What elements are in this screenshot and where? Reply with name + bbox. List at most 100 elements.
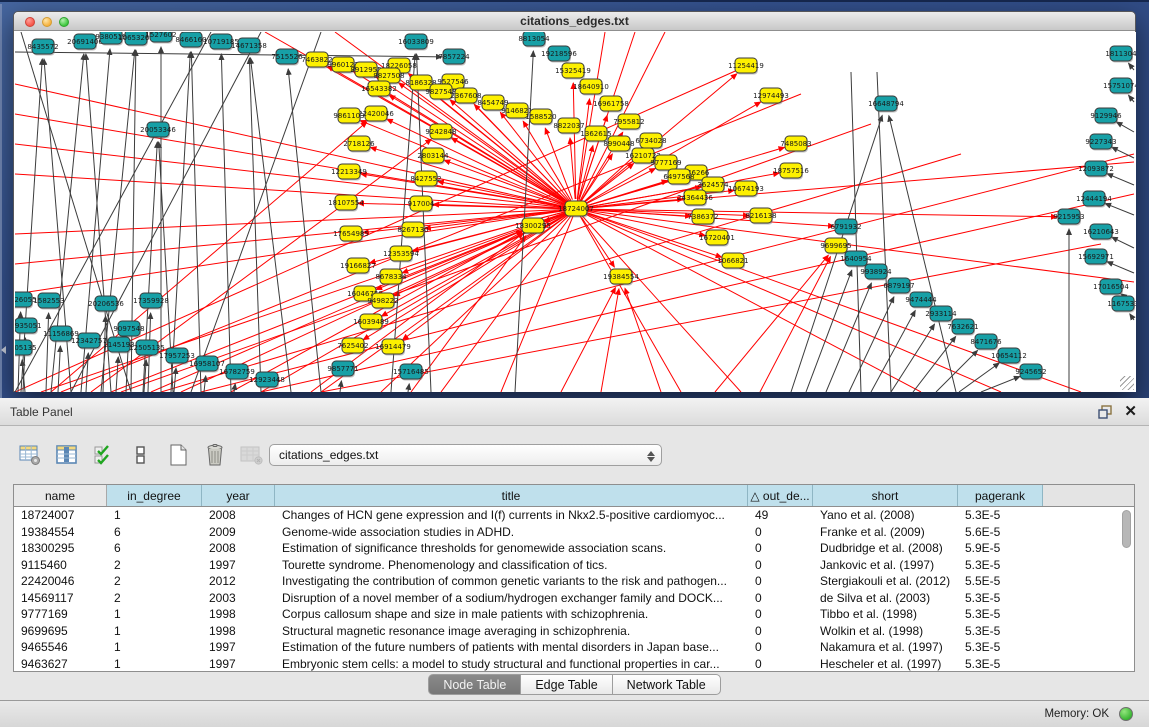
citation-edge-black[interactable] <box>1116 122 1134 132</box>
import-table-disabled-button[interactable] <box>240 443 264 467</box>
citation-edge-black[interactable] <box>877 72 891 392</box>
tab-node-table[interactable]: Node Table <box>428 674 521 695</box>
select-columns-button[interactable] <box>92 443 116 467</box>
graph-node-label: 16782759 <box>219 368 255 376</box>
graph-node-label: 16958107 <box>189 360 225 368</box>
table-cell: Dudbridge et al. (2008) <box>813 541 958 555</box>
table-row[interactable]: 969969511998Structural magnetic resonanc… <box>14 623 1134 640</box>
table-row[interactable]: 1456911722003Disruption of a novel membe… <box>14 590 1134 607</box>
column-header-pagerank[interactable]: pagerank <box>958 485 1043 506</box>
table-row[interactable]: 2242004622012Investigating the contribut… <box>14 573 1134 590</box>
resize-grip-icon[interactable] <box>1120 376 1134 390</box>
table-cell: 1 <box>107 640 202 654</box>
close-panel-icon[interactable]: ✕ <box>1124 402 1137 420</box>
citation-edge-red[interactable] <box>577 99 589 199</box>
delete-table-button[interactable] <box>203 443 227 467</box>
citation-edge-red[interactable] <box>321 244 1101 392</box>
table-row[interactable]: 946362711997Embryonic stem cells: a mode… <box>14 656 1134 673</box>
citation-edge-black[interactable] <box>174 368 176 392</box>
citation-edge-black[interactable] <box>1130 314 1134 320</box>
citation-edge-black[interactable] <box>1105 203 1134 215</box>
tab-edge-table[interactable]: Edge Table <box>521 674 612 695</box>
citation-edge-black[interactable] <box>1129 95 1134 102</box>
panel-collapse-arrow-icon[interactable] <box>1 346 6 354</box>
column-header-title[interactable]: title <box>275 485 748 506</box>
graph-node-label: 9474444 <box>905 296 937 304</box>
float-window-icon[interactable] <box>1098 405 1113 419</box>
citation-edge-black[interactable] <box>15 52 442 57</box>
table-row[interactable]: 1830029562008Estimation of significance … <box>14 540 1134 557</box>
tab-network-table[interactable]: Network Table <box>613 674 721 695</box>
column-header-year[interactable]: year <box>202 485 275 506</box>
citation-edge-black[interactable] <box>46 313 49 392</box>
table-options-button[interactable] <box>18 443 42 467</box>
table-scrollbar-thumb[interactable] <box>1122 510 1131 548</box>
citation-edge-red[interactable] <box>561 288 615 392</box>
table-cell: Embryonic stem cells: a model to study s… <box>275 657 748 671</box>
graph-node-label: 12353594 <box>383 250 419 258</box>
citation-edge-red[interactable] <box>444 160 566 205</box>
network-canvas[interactable]: 8435572206914069380519106532671527602846… <box>15 32 1136 392</box>
citation-edge-black[interactable] <box>288 69 321 392</box>
graph-node-label: 9827508 <box>373 72 404 80</box>
table-cell: 1 <box>107 607 202 621</box>
graph-node-label: 16543382 <box>361 85 397 93</box>
new-document-button[interactable] <box>166 443 190 467</box>
table-selector-dropdown[interactable]: citations_edges.txt <box>269 444 662 466</box>
table-cell: 0 <box>748 657 813 671</box>
citation-edge-black[interactable] <box>891 324 935 392</box>
citation-edge-black[interactable] <box>1107 262 1134 273</box>
network-window-titlebar[interactable]: citations_edges.txt <box>14 12 1135 31</box>
citation-edge-red[interactable] <box>586 209 1057 217</box>
table-cell: 2009 <box>202 525 275 539</box>
table-cell: 1997 <box>202 640 275 654</box>
network-graph[interactable]: 8435572206914069380519106532671527602846… <box>15 32 1136 392</box>
desktop-edge <box>0 4 2 400</box>
citation-edge-black[interactable] <box>871 311 915 392</box>
citation-edge-red[interactable] <box>582 217 615 267</box>
citation-edge-black[interactable] <box>889 116 956 392</box>
graph-node-label: 16210643 <box>1083 228 1119 236</box>
citation-edge-black[interactable] <box>340 381 341 392</box>
table-row[interactable]: 1872400712008Changes of HCN gene express… <box>14 507 1134 524</box>
citation-edge-red[interactable] <box>51 122 367 392</box>
citation-edge-black[interactable] <box>204 376 206 392</box>
table-row[interactable]: 1938455462009Genome-wide association stu… <box>14 524 1134 541</box>
citation-edge-black[interactable] <box>806 270 852 392</box>
citation-edge-red[interactable] <box>121 124 871 392</box>
citation-edge-black[interactable] <box>981 376 1020 392</box>
citation-edge-black[interactable] <box>250 58 291 392</box>
column-header-out_degree[interactable]: △ out_de... <box>748 485 813 506</box>
citation-edge-red[interactable] <box>625 288 661 392</box>
citation-edge-black[interactable] <box>1112 237 1134 248</box>
graph-node-label: 20206536 <box>88 300 124 308</box>
citation-edge-black[interactable] <box>1107 174 1134 185</box>
show-column-button[interactable] <box>55 443 79 467</box>
row-selector-button[interactable] <box>129 443 153 467</box>
citation-edge-black[interactable] <box>408 384 409 392</box>
citation-edge-black[interactable] <box>1129 63 1134 70</box>
citation-edge-black[interactable] <box>826 283 871 392</box>
attribute-table: namein_degreeyeartitle△ out_de...shortpa… <box>13 484 1135 672</box>
table-row[interactable]: 977716911998Corpus callosum shape and si… <box>14 606 1134 623</box>
citation-edge-black[interactable] <box>191 32 321 392</box>
citation-edge-black[interactable] <box>959 363 999 392</box>
table-row[interactable]: 946554611997Estimation of the future num… <box>14 639 1134 656</box>
citation-edge-red[interactable] <box>61 94 801 392</box>
column-header-in_degree[interactable]: in_degree <box>107 485 202 506</box>
column-header-short[interactable]: short <box>813 485 958 506</box>
table-cell: 9463627 <box>14 657 107 671</box>
citation-edge-black[interactable] <box>116 357 118 392</box>
citation-edge-black[interactable] <box>234 384 235 392</box>
citation-edge-black[interactable] <box>191 52 201 392</box>
table-cell: Genome-wide association studies in ADHD. <box>275 525 748 539</box>
column-header-name[interactable]: name <box>14 485 107 506</box>
graph-node-label: 1582553 <box>33 297 64 305</box>
citation-edge-red[interactable] <box>576 209 921 392</box>
table-cell: 5.5E-5 <box>958 574 1043 588</box>
table-cell: 0 <box>748 640 813 654</box>
citation-edge-red[interactable] <box>601 289 619 392</box>
citation-edge-black[interactable] <box>936 350 978 392</box>
table-row[interactable]: 911546021997Tourette syndrome. Phenomeno… <box>14 557 1134 574</box>
table-cell: 1997 <box>202 558 275 572</box>
